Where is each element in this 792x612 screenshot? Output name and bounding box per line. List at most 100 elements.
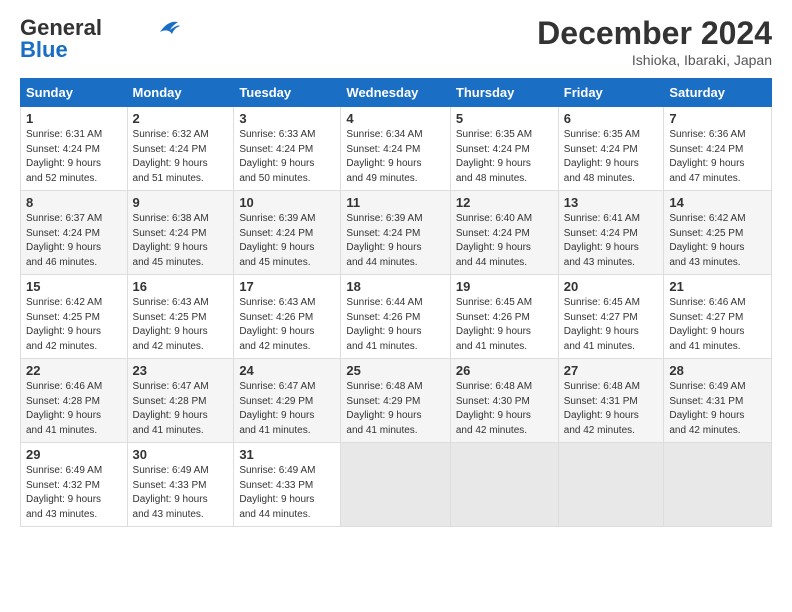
calendar-cell: 21Sunrise: 6:46 AM Sunset: 4:27 PM Dayli… bbox=[664, 275, 772, 359]
calendar-week-row: 22Sunrise: 6:46 AM Sunset: 4:28 PM Dayli… bbox=[21, 359, 772, 443]
day-header-wednesday: Wednesday bbox=[341, 79, 450, 107]
day-info: Sunrise: 6:49 AM Sunset: 4:33 PM Dayligh… bbox=[239, 464, 335, 522]
day-info: Sunrise: 6:35 AM Sunset: 4:24 PM Dayligh… bbox=[456, 128, 553, 186]
day-number: 24 bbox=[239, 363, 335, 378]
calendar-cell: 13Sunrise: 6:41 AM Sunset: 4:24 PM Dayli… bbox=[558, 191, 664, 275]
day-number: 30 bbox=[133, 447, 229, 462]
calendar-cell: 12 Sunrise: 6:40 AM Sunset: 4:24 PM Dayli… bbox=[450, 191, 558, 275]
day-header-thursday: Thursday bbox=[450, 79, 558, 107]
calendar-week-row: 8 Sunrise: 6:37 AM Sunset: 4:24 PM Daylig… bbox=[21, 191, 772, 275]
day-number: 3 bbox=[239, 111, 335, 126]
day-number: 28 bbox=[669, 363, 766, 378]
logo-bird-icon bbox=[150, 18, 180, 36]
day-number: 8 bbox=[26, 195, 122, 210]
day-info: Sunrise: 6:48 AM Sunset: 4:29 PM Dayligh… bbox=[346, 380, 444, 438]
calendar-cell bbox=[664, 443, 772, 527]
calendar-cell: 17Sunrise: 6:43 AM Sunset: 4:26 PM Dayli… bbox=[234, 275, 341, 359]
day-info: Sunrise: 6:39 AM Sunset: 4:24 PM Dayligh… bbox=[239, 212, 335, 270]
calendar-cell: 31Sunrise: 6:49 AM Sunset: 4:33 PM Dayli… bbox=[234, 443, 341, 527]
calendar-cell: 4Sunrise: 6:34 AM Sunset: 4:24 PM Daylig… bbox=[341, 107, 450, 191]
calendar-cell: 6 Sunrise: 6:35 AM Sunset: 4:24 PM Daylig… bbox=[558, 107, 664, 191]
day-info: Sunrise: 6:46 AM Sunset: 4:27 PM Dayligh… bbox=[669, 296, 766, 354]
calendar-cell: 15Sunrise: 6:42 AM Sunset: 4:25 PM Dayli… bbox=[21, 275, 128, 359]
calendar-week-row: 15Sunrise: 6:42 AM Sunset: 4:25 PM Dayli… bbox=[21, 275, 772, 359]
day-header-saturday: Saturday bbox=[664, 79, 772, 107]
day-info: Sunrise: 6:49 AM Sunset: 4:32 PM Dayligh… bbox=[26, 464, 122, 522]
day-number: 2 bbox=[133, 111, 229, 126]
day-number: 16 bbox=[133, 279, 229, 294]
day-info: Sunrise: 6:32 AM Sunset: 4:24 PM Dayligh… bbox=[133, 128, 229, 186]
day-info: Sunrise: 6:47 AM Sunset: 4:28 PM Dayligh… bbox=[133, 380, 229, 438]
calendar-cell: 11Sunrise: 6:39 AM Sunset: 4:24 PM Dayli… bbox=[341, 191, 450, 275]
day-info: Sunrise: 6:44 AM Sunset: 4:26 PM Dayligh… bbox=[346, 296, 444, 354]
day-number: 25 bbox=[346, 363, 444, 378]
day-info: Sunrise: 6:37 AM Sunset: 4:24 PM Dayligh… bbox=[26, 212, 122, 270]
day-info: Sunrise: 6:46 AM Sunset: 4:28 PM Dayligh… bbox=[26, 380, 122, 438]
calendar-cell: 8 Sunrise: 6:37 AM Sunset: 4:24 PM Daylig… bbox=[21, 191, 128, 275]
day-info: Sunrise: 6:38 AM Sunset: 4:24 PM Dayligh… bbox=[133, 212, 229, 270]
day-number: 10 bbox=[239, 195, 335, 210]
calendar-cell: 7 Sunrise: 6:36 AM Sunset: 4:24 PM Daylig… bbox=[664, 107, 772, 191]
calendar-cell bbox=[558, 443, 664, 527]
header: General Blue December 2024 Ishioka, Ibar… bbox=[20, 15, 772, 68]
day-number: 9 bbox=[133, 195, 229, 210]
calendar-cell: 28 Sunrise: 6:49 AM Sunset: 4:31 PM Dayli… bbox=[664, 359, 772, 443]
calendar-cell: 25 Sunrise: 6:48 AM Sunset: 4:29 PM Dayli… bbox=[341, 359, 450, 443]
logo: General Blue bbox=[20, 15, 180, 63]
day-number: 18 bbox=[346, 279, 444, 294]
day-number: 13 bbox=[564, 195, 659, 210]
day-info: Sunrise: 6:35 AM Sunset: 4:24 PM Dayligh… bbox=[564, 128, 659, 186]
calendar-cell: 5 Sunrise: 6:35 AM Sunset: 4:24 PM Daylig… bbox=[450, 107, 558, 191]
day-info: Sunrise: 6:45 AM Sunset: 4:26 PM Dayligh… bbox=[456, 296, 553, 354]
calendar-cell: 30 Sunrise: 6:49 AM Sunset: 4:33 PM Dayli… bbox=[127, 443, 234, 527]
day-info: Sunrise: 6:42 AM Sunset: 4:25 PM Dayligh… bbox=[669, 212, 766, 270]
calendar-cell: 3 Sunrise: 6:33 AM Sunset: 4:24 PM Daylig… bbox=[234, 107, 341, 191]
day-info: Sunrise: 6:47 AM Sunset: 4:29 PM Dayligh… bbox=[239, 380, 335, 438]
calendar-header-row: SundayMondayTuesdayWednesdayThursdayFrid… bbox=[21, 79, 772, 107]
day-number: 4 bbox=[346, 111, 444, 126]
calendar-week-row: 1 Sunrise: 6:31 AM Sunset: 4:24 PM Daylig… bbox=[21, 107, 772, 191]
title-block: December 2024 Ishioka, Ibaraki, Japan bbox=[537, 15, 772, 68]
calendar-cell: 20 Sunrise: 6:45 AM Sunset: 4:27 PM Dayli… bbox=[558, 275, 664, 359]
calendar-cell: 26 Sunrise: 6:48 AM Sunset: 4:30 PM Dayli… bbox=[450, 359, 558, 443]
day-info: Sunrise: 6:40 AM Sunset: 4:24 PM Dayligh… bbox=[456, 212, 553, 270]
day-info: Sunrise: 6:31 AM Sunset: 4:24 PM Dayligh… bbox=[26, 128, 122, 186]
day-number: 26 bbox=[456, 363, 553, 378]
day-info: Sunrise: 6:48 AM Sunset: 4:31 PM Dayligh… bbox=[564, 380, 659, 438]
page: General Blue December 2024 Ishioka, Ibar… bbox=[0, 0, 792, 612]
day-number: 12 bbox=[456, 195, 553, 210]
calendar-cell: 19 Sunrise: 6:45 AM Sunset: 4:26 PM Dayli… bbox=[450, 275, 558, 359]
month-title: December 2024 bbox=[537, 15, 772, 52]
day-info: Sunrise: 6:43 AM Sunset: 4:25 PM Dayligh… bbox=[133, 296, 229, 354]
day-number: 1 bbox=[26, 111, 122, 126]
day-info: Sunrise: 6:48 AM Sunset: 4:30 PM Dayligh… bbox=[456, 380, 553, 438]
day-number: 20 bbox=[564, 279, 659, 294]
calendar-cell: 16 Sunrise: 6:43 AM Sunset: 4:25 PM Dayli… bbox=[127, 275, 234, 359]
calendar-cell: 23 Sunrise: 6:47 AM Sunset: 4:28 PM Dayli… bbox=[127, 359, 234, 443]
calendar-cell: 1 Sunrise: 6:31 AM Sunset: 4:24 PM Daylig… bbox=[21, 107, 128, 191]
day-info: Sunrise: 6:49 AM Sunset: 4:31 PM Dayligh… bbox=[669, 380, 766, 438]
day-header-friday: Friday bbox=[558, 79, 664, 107]
calendar-cell bbox=[341, 443, 450, 527]
day-number: 19 bbox=[456, 279, 553, 294]
day-number: 14 bbox=[669, 195, 766, 210]
day-header-sunday: Sunday bbox=[21, 79, 128, 107]
day-number: 23 bbox=[133, 363, 229, 378]
calendar-cell: 27Sunrise: 6:48 AM Sunset: 4:31 PM Dayli… bbox=[558, 359, 664, 443]
day-info: Sunrise: 6:45 AM Sunset: 4:27 PM Dayligh… bbox=[564, 296, 659, 354]
day-header-tuesday: Tuesday bbox=[234, 79, 341, 107]
day-info: Sunrise: 6:36 AM Sunset: 4:24 PM Dayligh… bbox=[669, 128, 766, 186]
calendar-cell bbox=[450, 443, 558, 527]
calendar-week-row: 29 Sunrise: 6:49 AM Sunset: 4:32 PM Dayli… bbox=[21, 443, 772, 527]
calendar-cell: 22Sunrise: 6:46 AM Sunset: 4:28 PM Dayli… bbox=[21, 359, 128, 443]
day-number: 5 bbox=[456, 111, 553, 126]
calendar-cell: 18 Sunrise: 6:44 AM Sunset: 4:26 PM Dayli… bbox=[341, 275, 450, 359]
day-info: Sunrise: 6:49 AM Sunset: 4:33 PM Dayligh… bbox=[133, 464, 229, 522]
day-number: 11 bbox=[346, 195, 444, 210]
calendar-cell: 24 Sunrise: 6:47 AM Sunset: 4:29 PM Dayli… bbox=[234, 359, 341, 443]
day-number: 29 bbox=[26, 447, 122, 462]
day-info: Sunrise: 6:33 AM Sunset: 4:24 PM Dayligh… bbox=[239, 128, 335, 186]
day-number: 7 bbox=[669, 111, 766, 126]
calendar-cell: 14 Sunrise: 6:42 AM Sunset: 4:25 PM Dayli… bbox=[664, 191, 772, 275]
day-number: 6 bbox=[564, 111, 659, 126]
